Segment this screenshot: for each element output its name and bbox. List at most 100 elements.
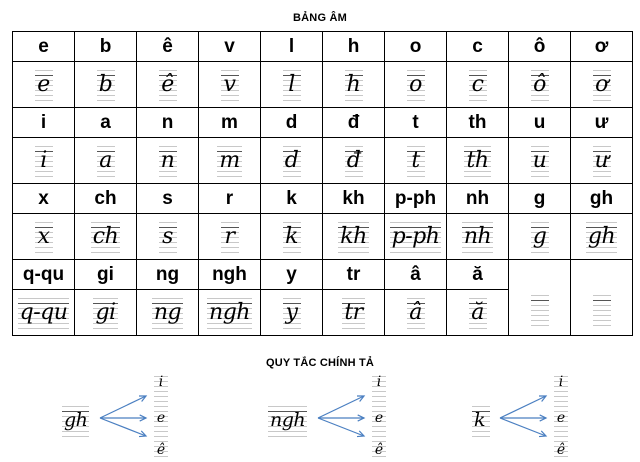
handwriting-cell: m [198, 137, 261, 184]
handwriting-cell: b [74, 61, 137, 108]
print-letter-cell: o [384, 31, 447, 62]
handwritten-letter: n [160, 147, 175, 173]
rule-target-letter: i [558, 374, 564, 390]
handwritten-letter: y [285, 299, 298, 325]
rules-title: QUY TẮC CHÍNH TẢ [265, 357, 375, 369]
print-row: ebêvlhocôơ [12, 31, 633, 62]
handwriting-cell: kh [322, 213, 385, 260]
rule-source-letter: k [474, 409, 486, 431]
writing-guide-lines: d [282, 141, 301, 180]
writing-guide-lines: ch [90, 217, 121, 256]
writing-guide-lines: gi [93, 293, 118, 332]
handwritten-letter: ngh [209, 299, 250, 325]
print-letter-cell: h [322, 31, 385, 62]
writing-guide-lines: s [158, 217, 177, 256]
handwriting-cell: a [74, 137, 137, 184]
print-letter-cell: ng [136, 259, 199, 290]
handwritten-letter: nh [463, 223, 492, 249]
writing-guide-lines: q-qu [17, 293, 70, 332]
handwriting-cell: g [508, 213, 571, 260]
handwritten-letter: s [162, 223, 173, 249]
handwriting-cell: u [508, 137, 571, 184]
writing-guide-lines: ă [468, 293, 487, 332]
rule-target-letter: e [156, 410, 166, 426]
handwritten-letter: đ [346, 147, 361, 173]
handwriting-cell: nh [446, 213, 509, 260]
handwritten-letter: r [224, 223, 235, 249]
writing-guide-lines: nh [461, 217, 494, 256]
print-letter-cell: ch [74, 183, 137, 214]
print-letter-cell: gi [74, 259, 137, 290]
handwriting-cell: e [12, 61, 75, 108]
writing-guide-lines: t [406, 141, 425, 180]
print-letter-cell: t [384, 107, 447, 138]
handwriting-cell: t [384, 137, 447, 184]
print-letter-cell: đ [322, 107, 385, 138]
print-letter-cell: ư [570, 107, 633, 138]
writing-guide-lines: h [344, 65, 363, 104]
handwritten-letter: u [532, 147, 547, 173]
print-letter-cell: l [260, 31, 323, 62]
handwritten-letter: o [409, 71, 422, 97]
handwriting-cell: â [384, 289, 447, 336]
handwriting-cell: d [260, 137, 323, 184]
print-letter-cell: a [74, 107, 137, 138]
rule-source: ngh [268, 402, 308, 438]
rule-target-column: i eê [554, 372, 568, 460]
writing-guide-lines: â [406, 293, 425, 332]
print-letter-cell: k [260, 183, 323, 214]
print-letter-cell: kh [322, 183, 385, 214]
handwritten-letter: ê [161, 71, 174, 97]
handwritten-letter: ơ [595, 71, 608, 97]
handwritten-letter: kh [340, 223, 367, 249]
handwriting-cell: ô [508, 61, 571, 108]
print-row: x ch s r k kh p-ph nh g gh [12, 183, 633, 214]
handwriting-cell: p-ph [384, 213, 447, 260]
handwriting-cell: r [198, 213, 261, 260]
writing-guide-lines: ơ [592, 65, 611, 104]
print-letter-cell: x [12, 183, 75, 214]
handwritten-letter: b [98, 71, 113, 97]
writing-guide-lines: l [282, 65, 301, 104]
handwritten-letter: k [285, 223, 298, 249]
handwriting-cell: ư [570, 137, 633, 184]
print-letter-cell: ngh [198, 259, 261, 290]
writing-guide-lines [530, 290, 549, 329]
handwriting-cell: gh [570, 213, 633, 260]
spelling-rule: k i eê [472, 372, 612, 462]
print-letter-cell: g [508, 183, 571, 214]
rule-target-letter: e [374, 410, 384, 426]
writing-guide-lines: gh [585, 217, 618, 256]
writing-guide-lines: ô [530, 65, 549, 104]
rule-source-letter: ngh [270, 409, 306, 431]
handwriting-cell: i [12, 137, 75, 184]
print-row: i a n m d đ t th u ư [12, 107, 633, 138]
handwriting-cell: h [322, 61, 385, 108]
handwriting-cell: o [384, 61, 447, 108]
print-letter-cell: ê [136, 31, 199, 62]
handwriting-cell: x [12, 213, 75, 260]
print-letter-cell: b [74, 31, 137, 62]
print-letter-cell: y [260, 259, 323, 290]
writing-guide-lines: ngh [268, 402, 308, 438]
writing-guide-lines: p-ph [389, 217, 442, 256]
arrows-icon [499, 395, 548, 438]
print-letter-cell: v [198, 31, 261, 62]
handwritten-letter: t [411, 147, 420, 173]
writing-guide-lines: k [472, 402, 490, 438]
rule-target-letter: e [556, 410, 566, 426]
handwritten-letter: ư [594, 147, 609, 173]
handwritten-letter: l [288, 71, 295, 97]
writing-guide-lines: u [530, 141, 549, 180]
print-letter-cell: â [384, 259, 447, 290]
writing-guide-lines: c [468, 65, 487, 104]
print-letter-cell: ô [508, 31, 571, 62]
handwritten-letter: v [223, 71, 236, 97]
handwriting-cell: ă [446, 289, 509, 336]
writing-guide-lines: o [406, 65, 425, 104]
writing-guide-lines [592, 290, 611, 329]
handwriting-cell: s [136, 213, 199, 260]
writing-guide-lines: tr [342, 293, 366, 332]
writing-guide-lines: m [217, 141, 243, 180]
writing-guide-lines: n [158, 141, 177, 180]
